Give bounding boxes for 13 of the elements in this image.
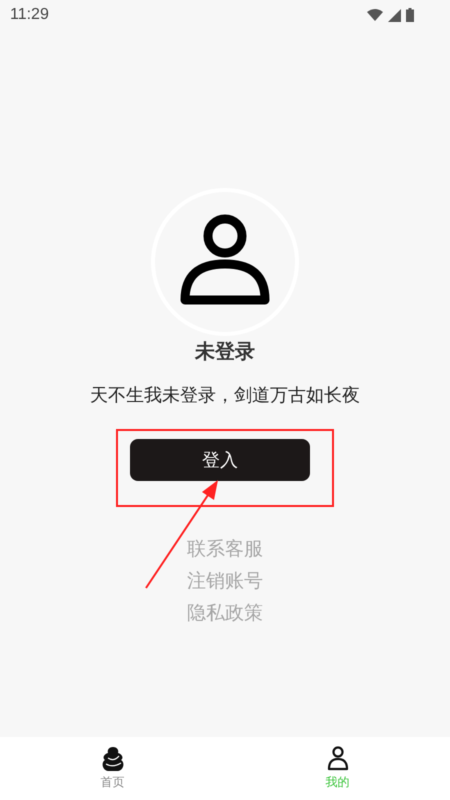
menu-link[interactable]: 隐私政策: [187, 601, 263, 626]
person-icon: [326, 746, 348, 772]
status-time: 11:29: [10, 6, 49, 24]
motto-text: 天不生我未登录，剑道万古如长夜: [90, 384, 360, 407]
signal-icon: [388, 8, 401, 22]
tab[interactable]: 首页: [0, 737, 225, 800]
menu-link[interactable]: 联系客服: [187, 537, 263, 562]
user-name: 未登录: [195, 338, 255, 365]
tab[interactable]: 我的: [225, 737, 450, 800]
menu-link[interactable]: 注销账号: [187, 569, 263, 594]
battery-icon: [406, 8, 414, 22]
login-button[interactable]: 登入: [130, 439, 310, 481]
wifi-icon: [367, 9, 383, 21]
